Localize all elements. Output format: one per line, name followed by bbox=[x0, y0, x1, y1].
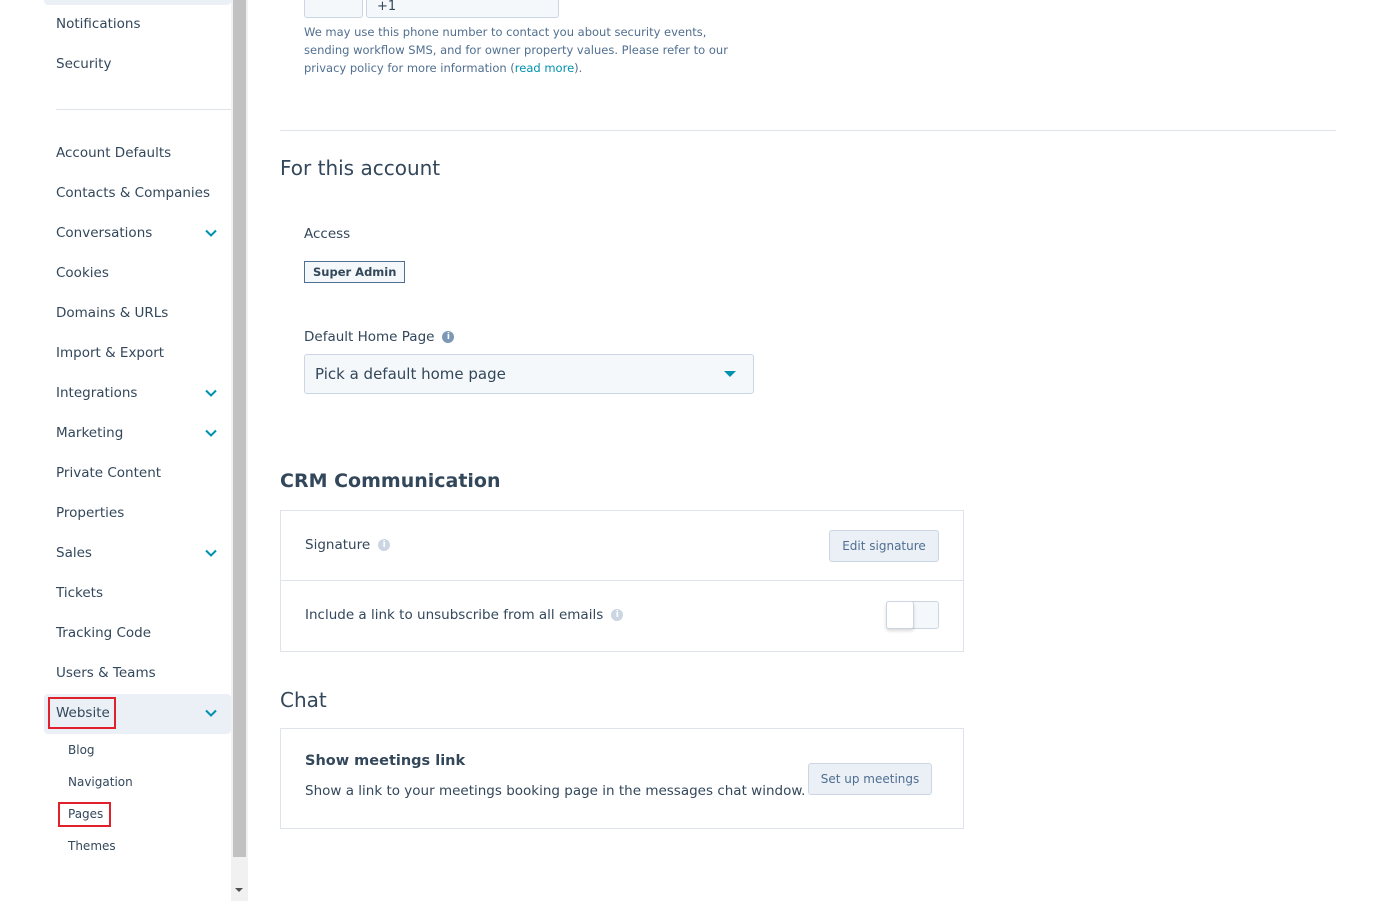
unsubscribe-label-text: Include a link to unsubscribe from all e… bbox=[305, 607, 604, 623]
unsubscribe-toggle[interactable] bbox=[886, 601, 939, 629]
sidebar-item[interactable]: Notifications bbox=[56, 14, 231, 34]
info-icon[interactable]: i bbox=[442, 331, 455, 343]
scrollbar-thumb[interactable] bbox=[233, 0, 246, 857]
edit-signature-button[interactable]: Edit signature bbox=[829, 530, 939, 562]
chevron-down-icon bbox=[205, 389, 217, 397]
sidebar-subitem[interactable]: Themes bbox=[68, 837, 116, 855]
crm-title: CRM Communication bbox=[280, 470, 501, 492]
read-more-link[interactable]: read more bbox=[515, 61, 574, 75]
access-label: Access bbox=[304, 226, 351, 242]
chat-card: Show meetings link Show a link to your m… bbox=[280, 728, 964, 829]
sidebar-item-label: Cookies bbox=[56, 265, 109, 281]
chat-title: Chat bbox=[280, 688, 327, 712]
info-icon[interactable]: i bbox=[378, 539, 391, 551]
meetings-desc: Show a link to your meetings booking pag… bbox=[305, 783, 806, 799]
sidebar-item-label: Sales bbox=[56, 545, 92, 561]
sidebar-item-label: Integrations bbox=[56, 385, 138, 401]
access-badge: Super Admin bbox=[304, 261, 406, 283]
signature-label-text: Signature bbox=[305, 537, 371, 553]
chevron-down-icon bbox=[205, 229, 217, 237]
chevron-down-icon bbox=[205, 429, 217, 437]
sidebar-scrollbar[interactable] bbox=[231, 0, 248, 901]
chevron-down-icon bbox=[205, 549, 217, 557]
sidebar-item[interactable]: Tracking Code bbox=[56, 623, 231, 643]
sidebar-item[interactable]: Import & Export bbox=[56, 343, 231, 363]
home-page-label-text: Default Home Page bbox=[304, 329, 435, 345]
sidebar-subitem[interactable]: Navigation bbox=[68, 773, 133, 791]
selected-item-bg bbox=[44, 0, 231, 5]
info-icon[interactable]: i bbox=[611, 609, 624, 621]
phone-input[interactable]: +1 bbox=[366, 0, 559, 18]
sidebar-item-label: Conversations bbox=[56, 225, 153, 241]
scroll-down-arrow-icon[interactable] bbox=[235, 888, 243, 892]
sidebar-item-label: Properties bbox=[56, 505, 125, 521]
settings-sidebar: Notifications Security Account Defaults Con… bbox=[0, 0, 231, 915]
highlight-box bbox=[58, 802, 111, 827]
sidebar-item-label: Tracking Code bbox=[56, 625, 152, 641]
sidebar-item[interactable]: Domains & URLs bbox=[56, 303, 231, 323]
sidebar-item-label: Domains & URLs bbox=[56, 305, 169, 321]
sidebar-item[interactable]: Private Content bbox=[56, 463, 231, 483]
sidebar-item[interactable]: Cookies bbox=[56, 263, 231, 283]
meetings-title: Show meetings link bbox=[305, 753, 466, 769]
highlight-box bbox=[48, 697, 116, 729]
sidebar-item[interactable]: Contacts & Companies bbox=[56, 183, 231, 203]
sidebar-item[interactable]: Security bbox=[56, 54, 231, 74]
phone-note: We may use this phone number to contact … bbox=[304, 23, 754, 77]
sidebar-item[interactable]: Sales bbox=[56, 543, 231, 563]
sidebar-item-label: Account Defaults bbox=[56, 145, 172, 161]
account-title: For this account bbox=[280, 156, 441, 180]
sidebar-divider bbox=[56, 109, 231, 110]
phone-code: +1 bbox=[377, 0, 397, 14]
country-code-dropdown[interactable] bbox=[304, 0, 363, 18]
sidebar-item-label: Import & Export bbox=[56, 345, 165, 361]
signature-row: Signature i Edit signature bbox=[281, 511, 963, 581]
sidebar-item-label: Users & Teams bbox=[56, 665, 156, 681]
sidebar-item[interactable]: Properties bbox=[56, 503, 231, 523]
sidebar-item[interactable]: Conversations bbox=[56, 223, 231, 243]
sidebar-item[interactable]: Users & Teams bbox=[56, 663, 231, 683]
sidebar-item-label: Contacts & Companies bbox=[56, 185, 210, 201]
set-up-meetings-button[interactable]: Set up meetings bbox=[808, 763, 932, 795]
sidebar-item-label: Marketing bbox=[56, 425, 124, 441]
section-divider bbox=[280, 130, 1336, 131]
caret-down-icon bbox=[724, 371, 736, 377]
unsubscribe-label: Include a link to unsubscribe from all e… bbox=[305, 607, 624, 623]
chevron-down-icon bbox=[205, 709, 217, 717]
sidebar-subitem[interactable]: Blog bbox=[68, 741, 95, 759]
home-page-placeholder: Pick a default home page bbox=[315, 365, 506, 383]
main-content: +1 We may use this phone number to conta… bbox=[248, 0, 1386, 915]
sidebar-item[interactable]: Marketing bbox=[56, 423, 231, 443]
note-end: ). bbox=[574, 61, 583, 75]
sidebar-item[interactable]: Account Defaults bbox=[56, 143, 231, 163]
sidebar-item[interactable]: Tickets bbox=[56, 583, 231, 603]
signature-label: Signature i bbox=[305, 537, 391, 553]
home-page-select[interactable]: Pick a default home page bbox=[304, 354, 754, 394]
toggle-knob bbox=[886, 601, 914, 629]
unsubscribe-row: Include a link to unsubscribe from all e… bbox=[281, 581, 963, 651]
home-page-label: Default Home Page i bbox=[304, 329, 455, 345]
sidebar-item[interactable]: Integrations bbox=[56, 383, 231, 403]
crm-card: Signature i Edit signature Include a link… bbox=[280, 510, 964, 652]
sidebar-item-label: Tickets bbox=[56, 585, 103, 601]
sidebar-item-label: Private Content bbox=[56, 465, 162, 481]
